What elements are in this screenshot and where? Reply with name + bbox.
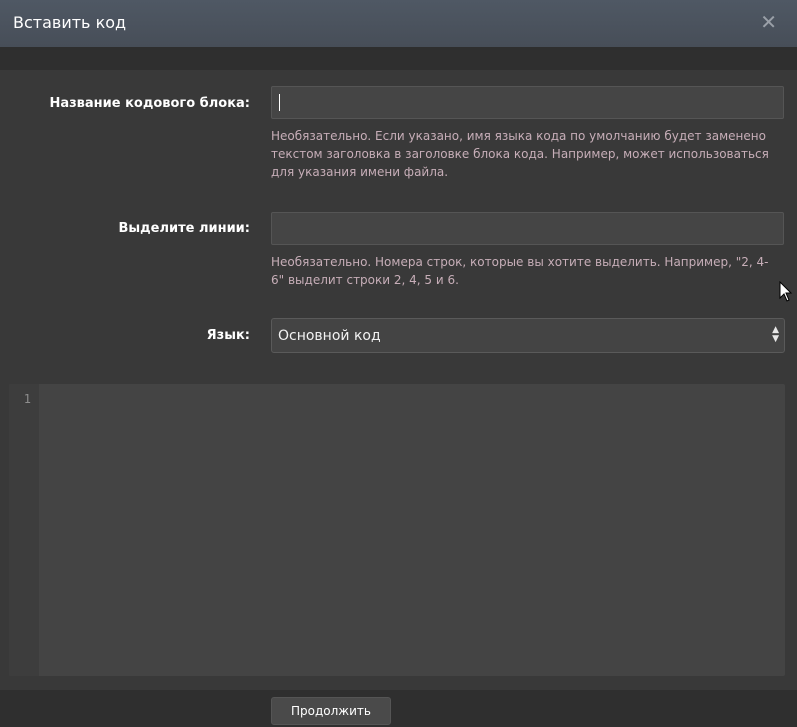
editor-gutter: 1 [9, 384, 39, 676]
sort-arrows-icon: ▲ ▼ [772, 325, 779, 344]
line-number: 1 [23, 392, 31, 406]
dialog-titlebar: Вставить код ✕ [0, 0, 797, 50]
language-select[interactable]: Основной код ▲ ▼ [271, 318, 785, 353]
language-label: Язык: [206, 328, 250, 343]
code-editor[interactable]: 1 [9, 384, 785, 676]
mouse-pointer-icon [779, 281, 793, 302]
block-name-label: Название кодового блока: [49, 96, 250, 111]
continue-button[interactable]: Продолжить [271, 697, 391, 725]
highlight-lines-input[interactable] [271, 212, 784, 245]
language-selected-value: Основной код [278, 328, 381, 344]
close-icon[interactable]: ✕ [760, 11, 777, 33]
text-caret [279, 94, 280, 111]
dialog-title: Вставить код [13, 13, 127, 32]
block-name-input[interactable] [271, 86, 784, 119]
highlight-lines-label: Выделите линии: [118, 221, 250, 236]
dialog-footer [0, 690, 797, 727]
dialog-header-band [0, 50, 797, 70]
block-name-hint: Необязательно. Если указано, имя языка к… [271, 129, 769, 179]
insert-code-dialog: Вставить код ✕ Название кодового блока: … [0, 0, 797, 727]
highlight-lines-hint: Необязательно. Номера строк, которые вы … [271, 255, 769, 287]
